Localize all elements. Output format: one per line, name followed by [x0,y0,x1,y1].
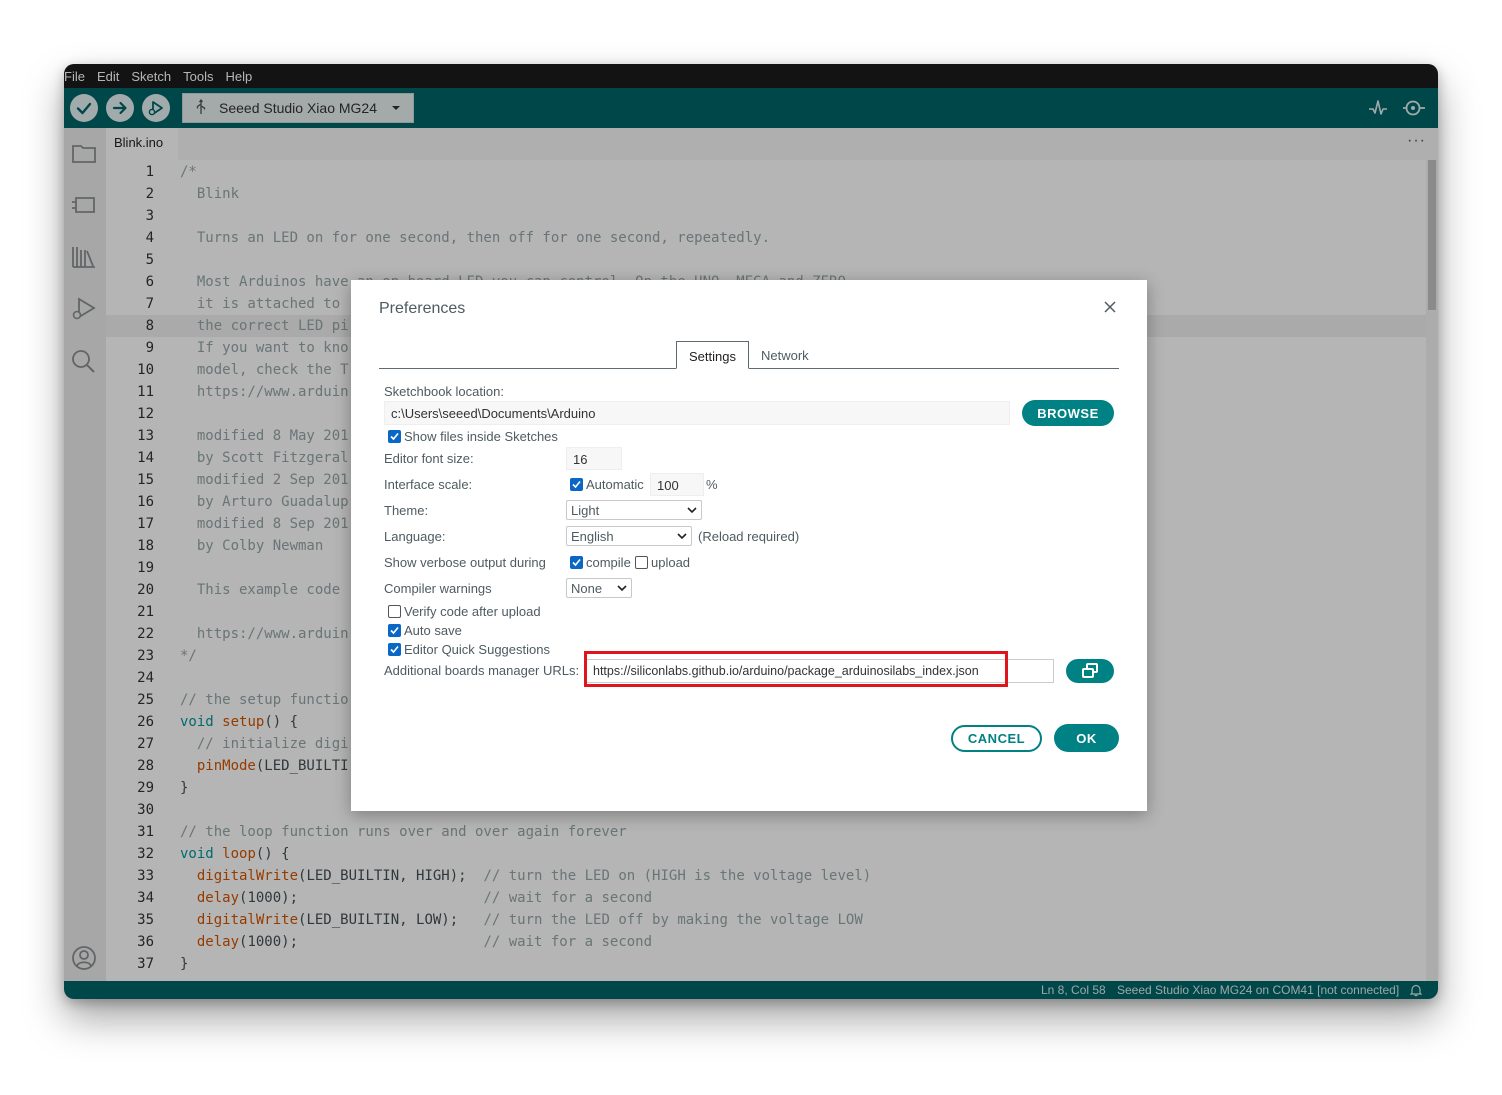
scale-automatic-checkbox[interactable] [570,478,583,491]
checkmark-icon [390,645,399,654]
chevron-down-icon [677,533,687,540]
warnings-select[interactable]: None [566,578,632,598]
scale-input[interactable]: 100 [650,473,704,496]
highlight-box [584,651,1008,687]
sketchbook-location-input[interactable]: c:\Users\seeed\Documents\Arduino [384,401,1010,425]
close-icon [1104,301,1116,313]
tab-settings[interactable]: Settings [676,341,749,369]
theme-value: Light [571,503,600,518]
language-label: Language: [384,529,446,544]
auto-save-label: Auto save [404,623,462,638]
verbose-upload-checkbox[interactable] [635,556,648,569]
show-files-checkbox[interactable] [388,430,401,443]
sketchbook-label: Sketchbook location: [384,384,504,399]
language-select[interactable]: English [566,526,692,546]
tab-network[interactable]: Network [749,341,821,369]
ok-button[interactable]: OK [1054,724,1119,752]
edit-urls-button[interactable] [1066,659,1114,683]
cancel-button[interactable]: CANCEL [951,725,1042,752]
theme-select[interactable]: Light [566,500,702,520]
browse-button[interactable]: BROWSE [1022,400,1114,426]
verbose-label: Show verbose output during [384,555,546,570]
scale-automatic-label: Automatic [586,477,644,492]
chevron-down-icon [617,585,627,592]
verbose-compile-label: compile [586,555,631,570]
preferences-dialog: Preferences Settings Network Sketchbook … [351,280,1147,811]
scale-unit: % [706,477,718,492]
font-size-label: Editor font size: [384,451,474,466]
warnings-value: None [571,581,603,596]
font-size-input[interactable]: 16 [566,447,622,470]
verbose-compile-checkbox[interactable] [570,556,583,569]
boards-urls-label: Additional boards manager URLs: [384,663,580,678]
verbose-upload-label: upload [651,555,691,570]
interface-scale-label: Interface scale: [384,477,473,492]
auto-save-checkbox[interactable] [388,624,401,637]
verify-after-upload-label: Verify code after upload [404,604,541,619]
theme-label: Theme: [384,503,429,518]
reload-note: (Reload required) [698,529,800,544]
checkmark-icon [572,480,581,489]
open-window-icon [1082,663,1098,678]
close-button[interactable] [1103,300,1119,316]
chevron-down-icon [687,507,697,514]
warnings-label: Compiler warnings [384,581,492,596]
show-files-label: Show files inside Sketches [404,429,558,444]
checkmark-icon [390,626,399,635]
checkmark-icon [390,432,399,441]
ide-window: File Edit Sketch Tools Help Seeed Studio… [64,64,1438,999]
checkmark-icon [572,558,581,567]
dialog-title: Preferences [379,300,466,317]
quick-suggestions-checkbox[interactable] [388,643,401,656]
quick-suggestions-label: Editor Quick Suggestions [404,642,550,657]
language-value: English [571,529,614,544]
verify-after-upload-checkbox[interactable] [388,605,401,618]
